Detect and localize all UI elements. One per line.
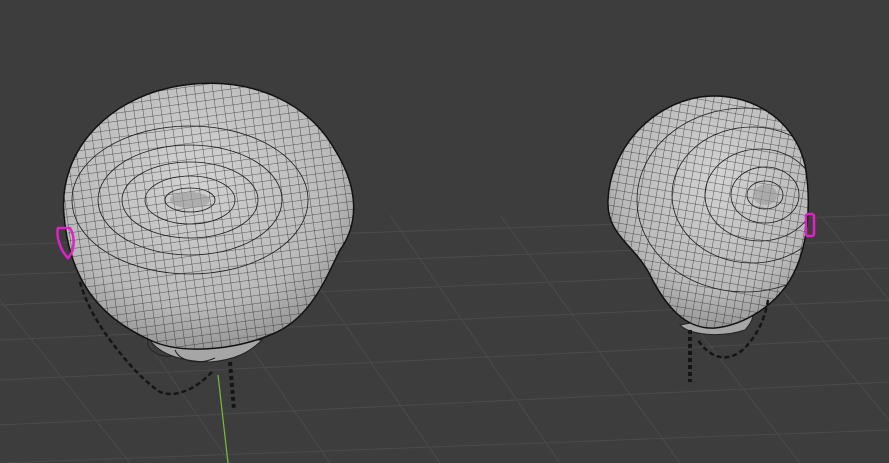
head-left-object[interactable]	[40, 60, 380, 411]
3d-viewport[interactable]	[0, 0, 889, 463]
y-axis-line	[217, 374, 229, 463]
viewport-canvas[interactable]	[0, 0, 889, 463]
head-right-object[interactable]	[590, 80, 853, 382]
